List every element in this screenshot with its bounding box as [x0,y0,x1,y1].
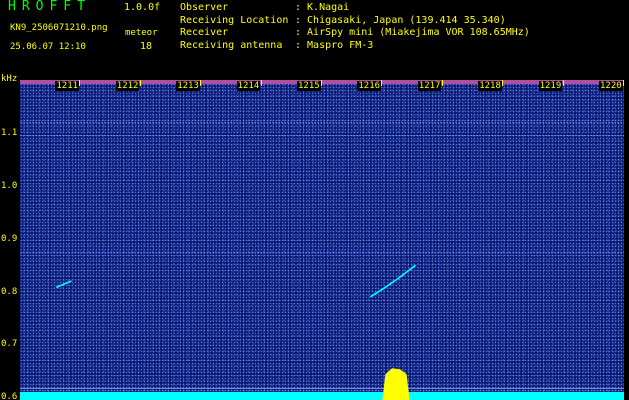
info-value: : K.Nagai [295,2,350,13]
y-tick-label: 1.0 [1,180,18,191]
datetime-label: 25.06.07 12:10 [10,42,86,52]
info-value: : Maspro FM-3 [295,39,374,51]
app-title: HROFFT [8,0,91,14]
info-label: Receiving antenna [180,39,283,51]
minute-tick [321,80,322,86]
minute-label: 1220 [599,81,623,91]
minute-label: 1214 [236,81,261,91]
meteor-count: 18 [140,41,153,52]
minute-tick [623,80,624,86]
minute-tick [139,80,141,86]
minute-tick [260,80,262,86]
filename-label: KN9_2506071210.png [10,23,108,33]
minute-label: 1213 [176,81,200,91]
minute-label: 1216 [357,81,382,91]
minute-tick [502,80,504,86]
y-tick-label: 0.6 [1,392,18,400]
meteor-label: meteor [125,28,158,38]
info-receiver: Receiver : AirSpy mini (Miakejima VOR 108… [180,27,530,40]
info-location: Receiving Location : Chigasaki, Japan (13… [180,15,530,28]
info-observer: Observer : K.Nagai [180,2,530,15]
minute-tick [79,80,81,86]
top-band [20,80,624,84]
minute-tick [200,80,202,86]
minute-label: 1212 [115,81,140,91]
info-label: Receiving Location [180,14,289,26]
info-label: Receiver [180,27,229,39]
meteor-echo [55,280,72,289]
spectrogram-overlay [20,80,624,400]
y-tick-label: 0.8 [1,286,18,297]
y-tick-label: 0.7 [1,339,18,350]
spectrogram-plot: 1211 1212 1213 1214 1215 1216 1217 1218 1219 1220 [20,80,624,400]
minute-tick [381,80,383,86]
hrofft-window: { "app": { "title": "HROFFT", "version":… [0,0,629,400]
version-label: 1.0.0f [124,2,161,13]
y-tick-label: 0.9 [1,233,18,244]
overload-burst [382,368,410,400]
minute-label: 1219 [538,81,563,91]
minute-label: 1215 [297,81,321,91]
station-info: Observer : K.Nagai Receiving Location : Ch… [180,2,530,52]
minute-label: 1211 [55,81,80,91]
minute-tick [562,80,564,86]
bottom-level-band [20,392,624,400]
info-value: : Chigasaki, Japan (139.414 35.340) [295,14,506,26]
info-antenna: Receiving antenna : Maspro FM-3 [180,40,530,53]
minute-label: 1218 [478,81,502,91]
minute-tick [441,80,443,86]
info-label: Observer [180,2,229,13]
info-value: : AirSpy mini (Miakejima VOR 108.65MHz) [295,27,530,39]
y-axis-unit: kHz [1,74,18,84]
y-tick-label: 1.1 [1,127,18,138]
minute-label: 1217 [417,81,442,91]
meteor-echo [369,264,417,298]
